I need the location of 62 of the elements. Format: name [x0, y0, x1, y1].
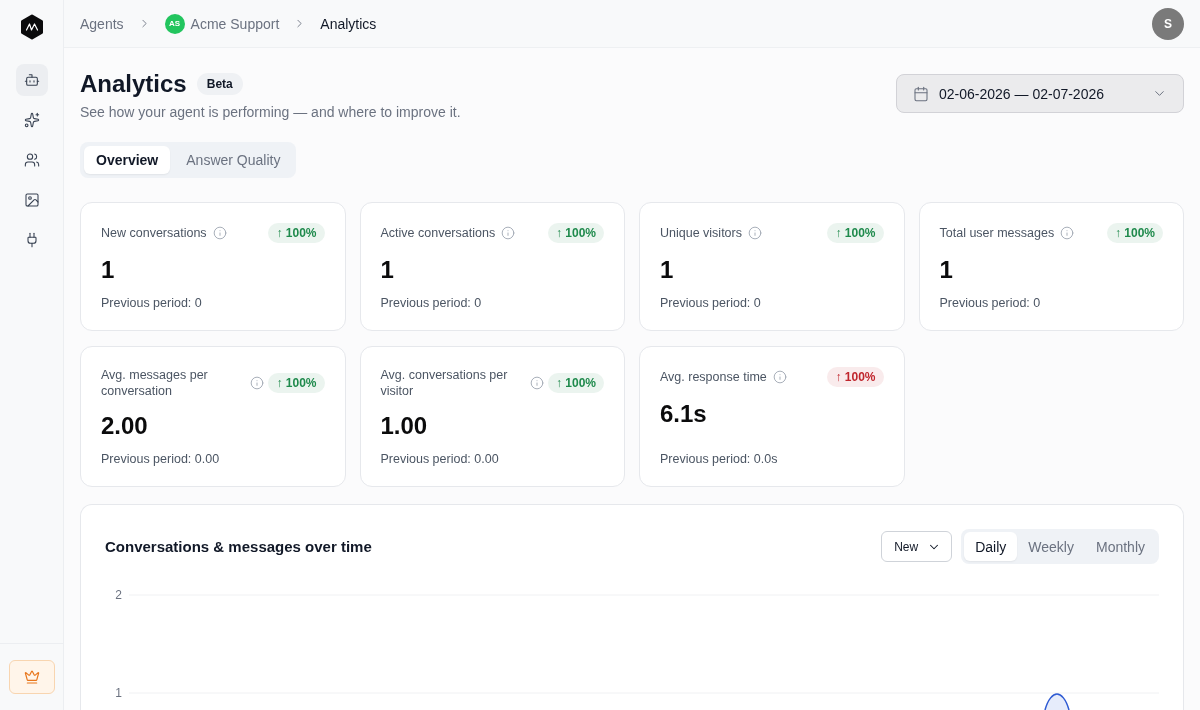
change-badge: ↑ 100% — [268, 373, 325, 393]
change-badge: ↑ 100% — [268, 223, 325, 243]
calendar-icon — [913, 85, 929, 102]
info-icon[interactable] — [501, 226, 516, 240]
breadcrumb-link[interactable]: Analytics — [320, 13, 377, 34]
info-icon[interactable] — [772, 370, 787, 384]
tab[interactable]: Overview — [84, 146, 171, 174]
info-icon[interactable] — [1060, 226, 1075, 240]
logo-icon — [18, 14, 45, 40]
metric-label: New conversations — [101, 225, 207, 241]
metric-value: 2.00 — [101, 411, 149, 441]
metric-label: Avg. messages per conversation — [101, 367, 209, 399]
sparkles-icon — [23, 112, 40, 128]
y-axis-label: 1 — [115, 685, 122, 701]
image-icon — [23, 192, 40, 208]
upgrade-button[interactable] — [8, 660, 55, 694]
change-badge: ↑ 100% — [547, 223, 604, 243]
metric-label: Unique visitors — [660, 225, 742, 241]
y-axis-label: 2 — [115, 587, 122, 603]
change-badge: ↑ 100% — [827, 223, 884, 243]
chart-title: Conversations & messages over time — [105, 536, 372, 557]
beta-badge: Beta — [196, 73, 243, 95]
previous-period: Previous period: 0 — [380, 295, 483, 311]
previous-period: Previous period: 0.00 — [101, 451, 221, 467]
previous-period: Previous period: 0 — [939, 295, 1042, 311]
metric-value: 1 — [380, 255, 395, 285]
metric-value: 1.00 — [380, 411, 429, 441]
change-badge: ↑ 100% — [1106, 223, 1163, 243]
metric-value: 1 — [660, 255, 675, 285]
metric-label: Total user messages — [939, 225, 1055, 241]
crown-icon — [23, 669, 40, 685]
metric-label: Active conversations — [380, 225, 496, 241]
breadcrumb-link[interactable]: Acme Support — [190, 13, 280, 34]
metric-label: Avg. conversations per visitor — [380, 367, 509, 399]
previous-period: Previous period: 0 — [101, 295, 203, 311]
breadcrumb-link[interactable]: Agents — [80, 13, 124, 34]
previous-period: Previous period: 0.00 — [380, 451, 500, 467]
series-select[interactable]: New — [881, 531, 953, 562]
page-title: Analytics — [80, 69, 187, 99]
sidebar-item[interactable] — [15, 64, 48, 96]
tab[interactable]: Answer Quality — [174, 146, 293, 174]
page-subtitle: See how your agent is performing — and where to improve it. — [80, 103, 461, 122]
info-icon[interactable] — [529, 376, 544, 390]
period-tab[interactable]: Daily — [964, 532, 1018, 561]
previous-period: Previous period: 0 — [660, 295, 762, 311]
change-badge: ↑ 100% — [827, 367, 884, 387]
user-avatar[interactable]: S — [1152, 7, 1184, 40]
date-range-picker[interactable]: 02-06-2026 — 02-07-2026 — [896, 74, 1184, 113]
metric-value: 6.1s — [660, 399, 708, 429]
bot-icon — [23, 72, 40, 88]
period-tab[interactable]: Weekly — [1017, 532, 1085, 561]
info-icon[interactable] — [250, 376, 265, 390]
users-icon — [23, 152, 40, 168]
metric-label: Avg. response time — [660, 369, 767, 385]
metric-value: 1 — [101, 255, 116, 285]
metric-value: 1 — [939, 255, 954, 285]
info-icon[interactable] — [748, 226, 762, 240]
agent-avatar: AS — [164, 13, 185, 34]
period-tab[interactable]: Monthly — [1084, 532, 1156, 561]
previous-period: Previous period: 0.0s — [660, 451, 779, 467]
info-icon[interactable] — [212, 226, 227, 240]
change-badge: ↑ 100% — [547, 373, 604, 393]
